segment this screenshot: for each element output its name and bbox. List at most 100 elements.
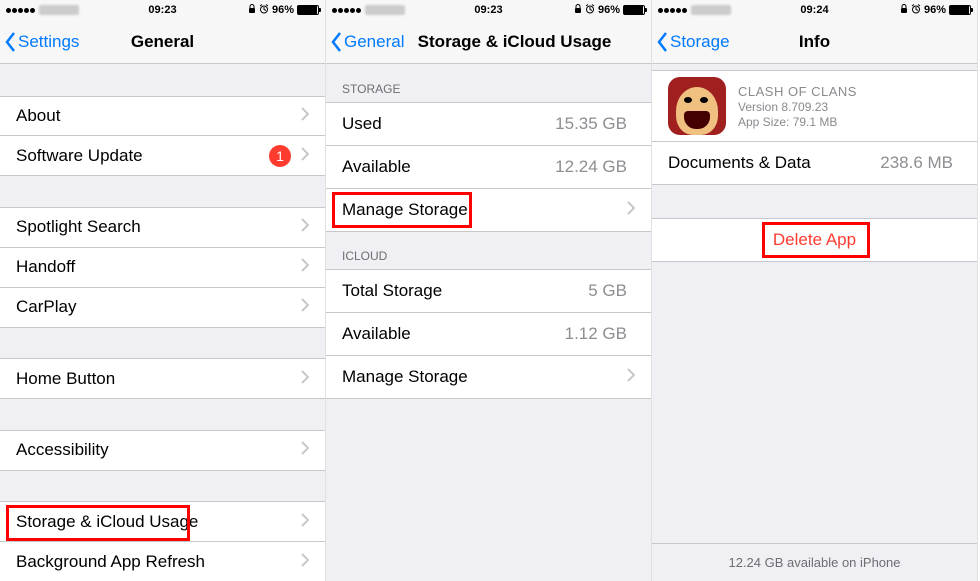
chevron-right-icon: [301, 297, 309, 317]
chevron-right-icon: [301, 552, 309, 572]
row-value: 15.35 GB: [555, 114, 627, 134]
page-title: Info: [799, 32, 830, 52]
row-carplay[interactable]: CarPlay: [0, 287, 325, 328]
status-bar: 09:24 96%: [652, 0, 977, 20]
lock-icon: [248, 4, 256, 17]
alarm-icon: [911, 4, 921, 17]
row-label: Spotlight Search: [16, 217, 301, 237]
row-value: 1.12 GB: [565, 324, 627, 344]
signal-icon: [658, 8, 687, 13]
row-value: 5 GB: [588, 281, 627, 301]
row-storage-used[interactable]: Used 15.35 GB: [326, 102, 651, 146]
footer-available: 12.24 GB available on iPhone: [652, 543, 977, 581]
chevron-right-icon: [627, 367, 635, 387]
row-manage-storage[interactable]: Manage Storage: [326, 188, 651, 232]
nav-bar: Settings General: [0, 20, 325, 64]
row-accessibility[interactable]: Accessibility: [0, 430, 325, 471]
status-bar: 09:23 96%: [0, 0, 325, 20]
row-icloud-total[interactable]: Total Storage 5 GB: [326, 269, 651, 313]
alarm-icon: [259, 4, 269, 17]
chevron-right-icon: [301, 440, 309, 460]
row-label: Software Update: [16, 146, 269, 166]
row-label: About: [16, 106, 301, 126]
chevron-right-icon: [301, 217, 309, 237]
back-label: Settings: [18, 32, 79, 52]
panel-general: 09:23 96% Settings General About Softwar…: [0, 0, 326, 581]
back-label: Storage: [670, 32, 730, 52]
chevron-right-icon: [301, 512, 309, 532]
app-icon: [668, 77, 726, 135]
footer-text: 12.24 GB available on iPhone: [728, 555, 900, 570]
row-storage-icloud-usage[interactable]: Storage & iCloud Usage: [0, 501, 325, 542]
section-header-storage: Storage: [326, 64, 651, 102]
row-label: Handoff: [16, 257, 301, 277]
row-label: Manage Storage: [342, 367, 627, 387]
back-button[interactable]: Settings: [0, 31, 79, 53]
row-value: 12.24 GB: [555, 157, 627, 177]
status-time: 09:23: [474, 4, 502, 16]
battery-pct: 96%: [598, 4, 620, 16]
row-label: Available: [342, 157, 555, 177]
chevron-right-icon: [301, 106, 309, 126]
carrier-blur: [39, 5, 79, 15]
chevron-left-icon: [4, 31, 18, 53]
chevron-right-icon: [301, 257, 309, 277]
row-label: CarPlay: [16, 297, 301, 317]
nav-bar: General Storage & iCloud Usage: [326, 20, 651, 64]
row-label: Available: [342, 324, 565, 344]
carrier-blur: [691, 5, 731, 15]
row-home-button[interactable]: Home Button: [0, 358, 325, 399]
app-name: CLASH OF CLANS: [738, 84, 857, 99]
row-label: Total Storage: [342, 281, 588, 301]
section-header-icloud: iCloud: [326, 231, 651, 269]
row-label: Storage & iCloud Usage: [16, 512, 301, 532]
back-button[interactable]: Storage: [652, 31, 730, 53]
row-documents-data[interactable]: Documents & Data 238.6 MB: [652, 141, 977, 185]
row-label: Background App Refresh: [16, 552, 301, 572]
delete-app-button[interactable]: Delete App: [652, 218, 977, 262]
chevron-left-icon: [656, 31, 670, 53]
back-label: General: [344, 32, 404, 52]
alarm-icon: [585, 4, 595, 17]
row-manage-icloud-storage[interactable]: Manage Storage: [326, 355, 651, 399]
row-label: Accessibility: [16, 440, 301, 460]
row-spotlight-search[interactable]: Spotlight Search: [0, 207, 325, 248]
battery-icon: [949, 5, 971, 15]
battery-pct: 96%: [924, 4, 946, 16]
notification-badge: 1: [269, 145, 291, 167]
row-background-app-refresh[interactable]: Background App Refresh: [0, 541, 325, 581]
battery-pct: 96%: [272, 4, 294, 16]
battery-icon: [623, 5, 645, 15]
lock-icon: [900, 4, 908, 17]
lock-icon: [574, 4, 582, 17]
row-app-header: CLASH OF CLANS Version 8.709.23 App Size…: [652, 70, 977, 142]
row-about[interactable]: About: [0, 96, 325, 137]
row-value: 238.6 MB: [880, 153, 953, 173]
chevron-right-icon: [301, 369, 309, 389]
battery-icon: [297, 5, 319, 15]
page-title: Storage & iCloud Usage: [418, 32, 612, 52]
row-software-update[interactable]: Software Update 1: [0, 135, 325, 176]
chevron-right-icon: [301, 146, 309, 166]
row-icloud-available[interactable]: Available 1.12 GB: [326, 312, 651, 356]
chevron-right-icon: [627, 200, 635, 220]
delete-app-label: Delete App: [773, 230, 856, 250]
row-label: Used: [342, 114, 555, 134]
row-handoff[interactable]: Handoff: [0, 247, 325, 288]
page-title: General: [131, 32, 194, 52]
status-time: 09:23: [148, 4, 176, 16]
signal-icon: [332, 8, 361, 13]
status-time: 09:24: [800, 4, 828, 16]
panel-storage-icloud: 09:23 96% General Storage & iCloud Usage…: [326, 0, 652, 581]
row-storage-available[interactable]: Available 12.24 GB: [326, 145, 651, 189]
nav-bar: Storage Info: [652, 20, 977, 64]
back-button[interactable]: General: [326, 31, 404, 53]
status-bar: 09:23 96%: [326, 0, 651, 20]
chevron-left-icon: [330, 31, 344, 53]
carrier-blur: [365, 5, 405, 15]
app-version: Version 8.709.23: [738, 100, 857, 114]
app-size: App Size: 79.1 MB: [738, 115, 857, 129]
row-label: Documents & Data: [668, 153, 880, 173]
panel-app-info: 09:24 96% Storage Info CLASH OF CLANS Ve…: [652, 0, 978, 581]
row-label: Manage Storage: [342, 200, 627, 220]
